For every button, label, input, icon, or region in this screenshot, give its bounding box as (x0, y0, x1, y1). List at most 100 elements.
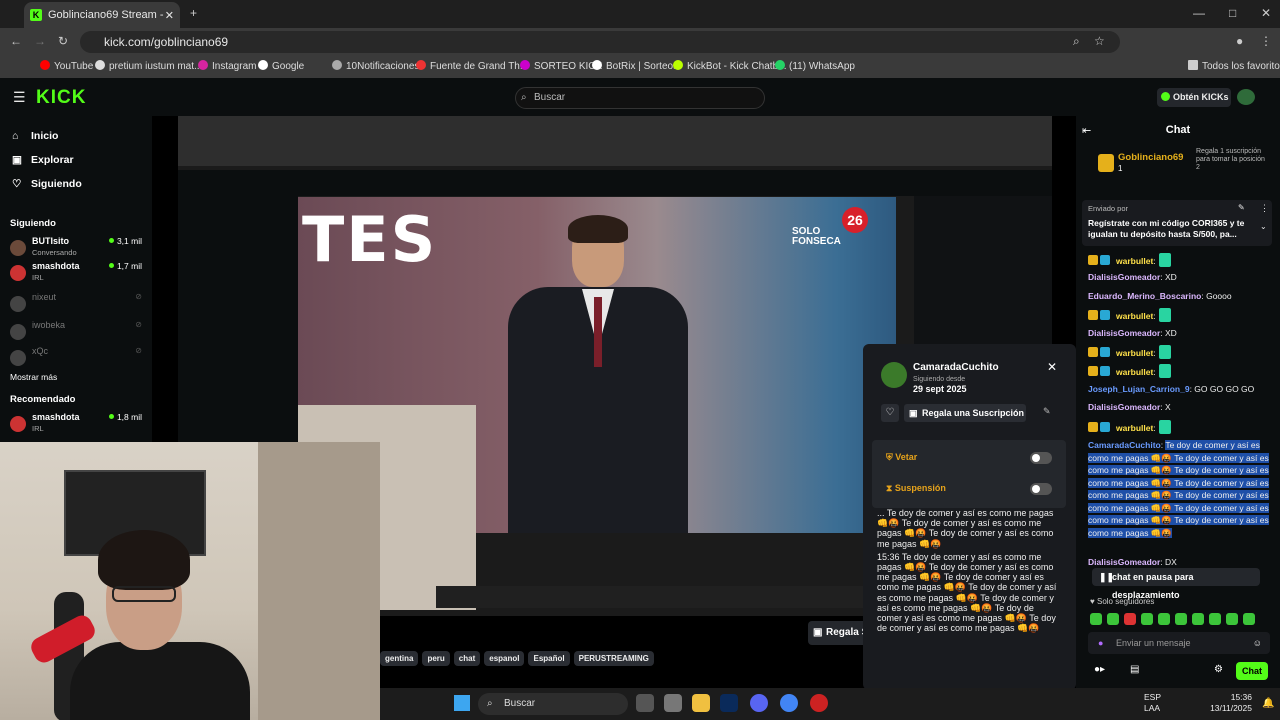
zoom-icon[interactable]: ⌕ (1073, 34, 1080, 49)
suspension-toggle[interactable] (1030, 483, 1052, 495)
chat-username[interactable]: warbullet (1116, 348, 1153, 358)
emote-icon[interactable] (1158, 613, 1170, 625)
chat-message-input[interactable]: ● Enviar un mensaje ☺ (1088, 632, 1270, 654)
tag[interactable]: gentina (380, 651, 419, 666)
photoshop-icon[interactable] (720, 694, 738, 712)
bookmark-pretium[interactable]: pretium iustum mat... (95, 60, 202, 72)
nav-explorar[interactable]: ▣ Explorar (12, 154, 74, 166)
system-tray-language[interactable]: ESP LAA (1144, 692, 1161, 714)
bookmark-botrix[interactable]: BotRix | Sorteos (592, 60, 678, 72)
chat-username[interactable]: DialisisGomeador (1088, 272, 1160, 282)
user-avatar[interactable] (1237, 89, 1255, 105)
bookmark-kickbot[interactable]: KickBot - Kick Chatb... (673, 60, 786, 72)
show-more-link[interactable]: Mostrar más (10, 372, 57, 382)
tag[interactable]: peru (422, 651, 450, 666)
forward-icon[interactable]: → (34, 34, 46, 48)
pinned-message[interactable]: Enviado por ✎ ⋮ Regístrate con mi código… (1082, 200, 1272, 246)
bookmark-whatsapp[interactable]: (11) WhatsApp (775, 60, 855, 72)
bookmark-instagram[interactable]: Instagram (198, 60, 256, 72)
url-field[interactable]: kick.com/goblinciano69 (80, 31, 1120, 53)
tag[interactable]: chat (453, 651, 481, 666)
mic-icon[interactable]: ● (1098, 632, 1103, 654)
hamburger-icon[interactable]: ☰ (13, 89, 26, 106)
gift-prompt[interactable]: Regala 1 suscripción para tomar la posic… (1196, 148, 1270, 172)
sidebar-channel[interactable]: smashdota IRL 1,7 mil (10, 261, 150, 285)
chrome-icon[interactable] (780, 694, 798, 712)
taskbar-search[interactable]: ⌕ Buscar (478, 693, 628, 715)
bookmark-youtube[interactable]: YouTube (40, 60, 93, 72)
new-tab-icon[interactable]: + (190, 6, 197, 20)
nav-inicio[interactable]: ⌂ Inicio (12, 130, 58, 142)
search-input[interactable]: ⌕ Buscar (515, 87, 765, 109)
task-view-icon[interactable] (636, 694, 654, 712)
bookmark-all-favorites[interactable]: Todos los favoritos (1188, 60, 1280, 72)
pin-icon[interactable]: ✎ (1043, 406, 1051, 417)
nav-siguiendo[interactable]: ♡ Siguiendo (12, 178, 82, 190)
emote-icon[interactable] (1141, 613, 1153, 625)
chat-username[interactable]: CamaradaCuchito (1088, 440, 1161, 450)
emote-icon[interactable] (1107, 613, 1119, 625)
tag[interactable]: PERUSTREAMING (573, 651, 654, 666)
chat-username[interactable]: warbullet (1116, 423, 1153, 433)
emote-icon[interactable] (1124, 613, 1136, 625)
sidebar-channel[interactable]: xQc ⊘ (10, 346, 150, 370)
emote-icon[interactable] (1192, 613, 1204, 625)
chat-username[interactable]: DialisisGomeador (1088, 402, 1160, 412)
gift-subscription-button[interactable]: ▣ Regala una Suscripción (904, 404, 1026, 422)
back-icon[interactable]: ← (10, 34, 22, 48)
sidebar-channel[interactable]: smashdota IRL 1,8 mil (10, 412, 150, 436)
sidebar-channel[interactable]: nixeut ⊘ (10, 292, 150, 316)
gear-icon[interactable]: ⚙ (1214, 664, 1223, 675)
pin-icon[interactable]: ✎ (1238, 203, 1245, 212)
follow-heart-button[interactable]: ♡ (881, 404, 899, 422)
store-icon[interactable]: ▤ (1130, 664, 1139, 675)
chat-username[interactable]: DialisisGomeador (1088, 557, 1160, 567)
kicks-icon[interactable]: ●▸ (1094, 664, 1105, 675)
tag[interactable]: Español (528, 651, 570, 666)
chat-username[interactable]: Eduardo_Merino_Boscarino (1088, 291, 1201, 301)
emote-icon[interactable] (1090, 613, 1102, 625)
chat-paused-button[interactable]: ❚❚ chat en pausa para desplazamiento (1092, 568, 1260, 600)
file-explorer-icon[interactable] (692, 694, 710, 712)
close-icon[interactable]: ✕ (1047, 360, 1057, 374)
chat-username[interactable]: Joseph_Lujan_Carrion_9 (1088, 384, 1190, 394)
more-icon[interactable]: ⋮ (1260, 203, 1269, 214)
chevron-down-icon[interactable]: ⌄ (1260, 222, 1267, 231)
tag[interactable]: espanol (484, 651, 525, 666)
send-chat-button[interactable]: Chat (1236, 662, 1268, 680)
notification-icon[interactable]: 🔔 (1262, 698, 1274, 709)
emoji-icon[interactable]: ☺ (1253, 632, 1262, 654)
chat-username[interactable]: warbullet (1116, 311, 1153, 321)
windows-start-icon[interactable] (454, 695, 470, 711)
chat-username[interactable]: warbullet (1116, 367, 1153, 377)
emote-icon[interactable] (1209, 613, 1221, 625)
chat-username[interactable]: warbullet (1116, 256, 1153, 266)
menu-dots-icon[interactable]: ⋮ (1260, 34, 1272, 48)
emote-icon[interactable] (1175, 613, 1187, 625)
minimize-icon[interactable]: — (1193, 6, 1205, 20)
browser-tab[interactable]: K Goblinciano69 Stream - Watch ✕ (24, 2, 180, 28)
sidebar-channel[interactable]: BUTIsito Conversando 3,1 mil (10, 236, 150, 260)
discord-icon[interactable] (750, 694, 768, 712)
bookmark-google[interactable]: Google (258, 60, 304, 72)
bookmark-sorteo-kick[interactable]: SORTEO KICK (520, 60, 602, 72)
bookmark-star-icon[interactable]: ☆ (1094, 34, 1105, 48)
gift-sub-button[interactable]: ▣ Regala S (808, 621, 868, 645)
veto-toggle[interactable] (1030, 452, 1052, 464)
reload-icon[interactable]: ↻ (58, 34, 68, 48)
emote-icon[interactable] (1243, 613, 1255, 625)
close-window-icon[interactable]: ✕ (1261, 6, 1271, 20)
profile-icon[interactable]: ● (1236, 34, 1243, 48)
get-kicks-button[interactable]: Obtén KICKs (1157, 88, 1231, 107)
chat-username[interactable]: DialisisGomeador (1088, 328, 1160, 338)
system-clock[interactable]: 15:36 13/11/2025 (1210, 692, 1252, 714)
bookmark-gta[interactable]: Fuente de Grand Th... (416, 60, 528, 72)
app-icon[interactable] (664, 694, 682, 712)
emote-icon[interactable] (1226, 613, 1238, 625)
sidebar-channel[interactable]: iwobeka ⊘ (10, 320, 150, 344)
kick-logo[interactable]: KICK (36, 87, 86, 109)
maximize-icon[interactable]: □ (1229, 6, 1236, 20)
obs-icon[interactable] (810, 694, 828, 712)
bookmark-10notificaciones[interactable]: 10Notificaciones (332, 60, 419, 72)
close-tab-icon[interactable]: ✕ (165, 9, 174, 22)
